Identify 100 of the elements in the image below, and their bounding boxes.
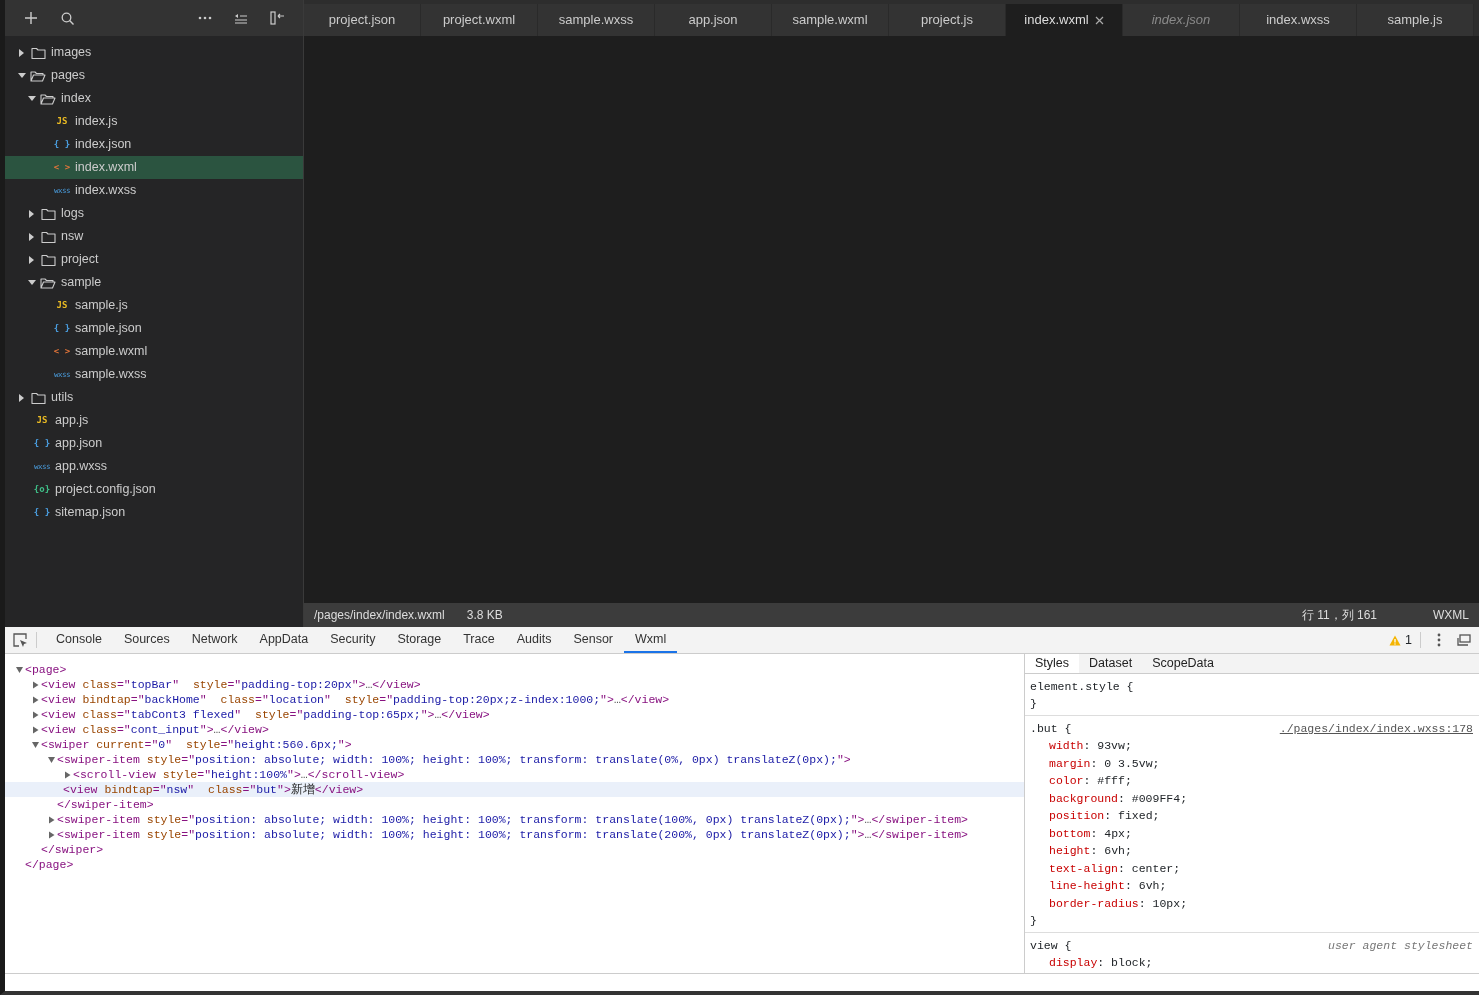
styles-panel-tab[interactable]: Styles [1025, 654, 1080, 673]
file-tree-item[interactable]: { } app.json [5, 432, 303, 455]
open-folder-icon [30, 69, 46, 82]
css-property: border-radius: 10px; [1048, 895, 1189, 912]
file-name: sample [61, 274, 102, 292]
code-line[interactable]: </swiper-item> [5, 797, 1024, 812]
code-line[interactable]: <view bindtap="backHome" class="location" style="padding-top:20px;z-index:1000;">…</view> [5, 692, 1024, 707]
code-line[interactable]: </page> [5, 857, 1024, 872]
styles-panel-tab[interactable]: Dataset [1079, 654, 1143, 673]
code-line[interactable]: <scroll-view style="height:100%">…</scroll-view> [5, 767, 1024, 782]
code-line[interactable]: <view class="cont_input">…</view> [5, 722, 1024, 737]
css-property: width: 93vw; [1048, 738, 1133, 755]
file-tree-item[interactable]: nsw [5, 225, 303, 248]
devtools-tab[interactable]: Sources [112, 627, 181, 653]
collapsed-arrow-icon[interactable] [29, 232, 34, 241]
file-type-icon: { } [53, 321, 71, 336]
file-name: index [61, 90, 91, 108]
file-tree-item[interactable]: logs [5, 202, 303, 225]
devtools-tab[interactable]: Audits [505, 627, 563, 653]
devtools-tab[interactable]: Network [180, 627, 249, 653]
file-type-icon: JS [53, 298, 71, 313]
editor-tab[interactable]: project.js [889, 4, 1006, 36]
editor-tab[interactable]: sample.wxss [538, 4, 655, 36]
close-icon[interactable] [1094, 15, 1104, 25]
file-name: app.js [55, 412, 89, 430]
dock-icon[interactable] [1457, 634, 1471, 646]
file-type-icon: JS [33, 413, 51, 428]
language-mode[interactable]: WXML [1433, 606, 1469, 624]
expanded-arrow-icon[interactable] [28, 96, 36, 101]
editor-tab[interactable]: sample.js [1357, 4, 1474, 36]
collapsed-arrow-icon[interactable] [19, 48, 24, 57]
source-link[interactable]: ./pages/index/index.wxss:178 [1279, 719, 1473, 738]
code-line[interactable]: <swiper-item style="position: absolute; width: 100%; height: 100%; transform: translate(200%, 0px) translateZ(0px);">…</swiper-item> [5, 827, 1024, 842]
styles-panel-tab[interactable]: ScopeData [1142, 654, 1224, 673]
file-tree-item[interactable]: { } index.json [5, 133, 303, 156]
file-tree-item[interactable]: JS index.js [5, 110, 303, 133]
add-icon[interactable] [24, 11, 38, 25]
css-property: bottom: 4px; [1048, 825, 1133, 842]
code-line[interactable]: </swiper> [5, 842, 1024, 857]
more-icon[interactable] [198, 16, 212, 20]
inspect-icon[interactable] [13, 632, 28, 648]
devtools-tab[interactable]: Security [319, 627, 387, 653]
expanded-arrow-icon[interactable] [18, 73, 26, 78]
code-line[interactable]: <swiper-item style="position: absolute; width: 100%; height: 100%; transform: translate(100%, 0px) translateZ(0px);">…</swiper-item> [5, 812, 1024, 827]
file-tree-item[interactable]: JS app.js [5, 409, 303, 432]
file-name: utils [51, 389, 74, 407]
code-line[interactable]: <view class="topBar" style="padding-top:20px">…</view> [5, 677, 1024, 692]
collapse-panel-icon[interactable] [270, 11, 284, 25]
devtools-tab[interactable]: Storage [386, 627, 453, 653]
file-tree-item[interactable]: JS sample.js [5, 294, 303, 317]
file-tree-item[interactable]: pages [5, 64, 303, 87]
warning-count[interactable]: 1 [1405, 630, 1412, 650]
more-vertical-icon[interactable] [1437, 633, 1441, 647]
file-tree-item[interactable]: sample [5, 271, 303, 294]
code-line[interactable]: <page> [5, 662, 1024, 677]
file-tree-item[interactable]: index [5, 87, 303, 110]
devtools-tab[interactable]: AppData [248, 627, 320, 653]
open-folder-icon [40, 92, 56, 105]
file-tree-item[interactable]: < > sample.wxml [5, 340, 303, 363]
editor-tab[interactable]: project.json [304, 4, 421, 36]
devtools-tab[interactable]: Console [45, 627, 113, 653]
editor-tab[interactable]: index.json [1123, 4, 1240, 36]
file-tree-item[interactable]: { } sample.json [5, 317, 303, 340]
file-tree-item[interactable]: project [5, 248, 303, 271]
outdent-icon[interactable] [234, 12, 248, 24]
css-property: position: fixed; [1048, 808, 1161, 825]
css-selector: element.style { [1030, 678, 1134, 695]
file-name: sample.wxss [75, 366, 147, 384]
closing-brace: } [1030, 913, 1038, 930]
editor-tab[interactable]: index.wxss [1240, 4, 1357, 36]
collapsed-arrow-icon[interactable] [29, 255, 34, 264]
code-line[interactable]: <swiper current="0" style="height:560.6px;"> [5, 737, 1024, 752]
collapsed-arrow-icon[interactable] [63, 770, 73, 779]
code-line[interactable]: <view class="tabCont3 flexed" style="padding-top:65px;">…</view> [5, 707, 1024, 722]
file-name: sample.wxml [75, 343, 148, 361]
folder-icon [31, 46, 46, 59]
collapsed-arrow-icon[interactable] [29, 209, 34, 218]
file-name: index.js [75, 113, 118, 131]
file-tree-item[interactable]: images [5, 41, 303, 64]
expanded-arrow-icon[interactable] [15, 665, 25, 674]
devtools-tab[interactable]: Wxml [624, 627, 678, 653]
file-type-icon: { } [53, 137, 71, 152]
file-tree-item[interactable]: utils [5, 386, 303, 409]
file-tree-item[interactable]: {o} project.config.json [5, 478, 303, 501]
file-name: sitemap.json [55, 504, 126, 522]
code-line[interactable]: <swiper-item style="position: absolute; width: 100%; height: 100%; transform: translate(0%, 0px) translateZ(0px);"> [5, 752, 1024, 767]
editor-tab[interactable]: app.json [655, 4, 772, 36]
file-name: index.json [75, 136, 132, 154]
expanded-arrow-icon[interactable] [28, 280, 36, 285]
file-tree-item[interactable]: { } sitemap.json [5, 501, 303, 524]
editor-tab[interactable]: index.wxml [1006, 4, 1123, 36]
file-name: app.wxss [55, 458, 108, 476]
collapsed-arrow-icon[interactable] [19, 393, 24, 402]
editor-tab[interactable]: sample.wxml [772, 4, 889, 36]
file-tree-item[interactable]: < > index.wxml [5, 156, 303, 179]
devtools-tab[interactable]: Trace [452, 627, 506, 653]
search-icon[interactable] [60, 11, 74, 25]
editor-tab[interactable]: project.wxml [421, 4, 538, 36]
devtools-tab[interactable]: Sensor [562, 627, 625, 653]
closing-brace: } [1030, 696, 1038, 713]
